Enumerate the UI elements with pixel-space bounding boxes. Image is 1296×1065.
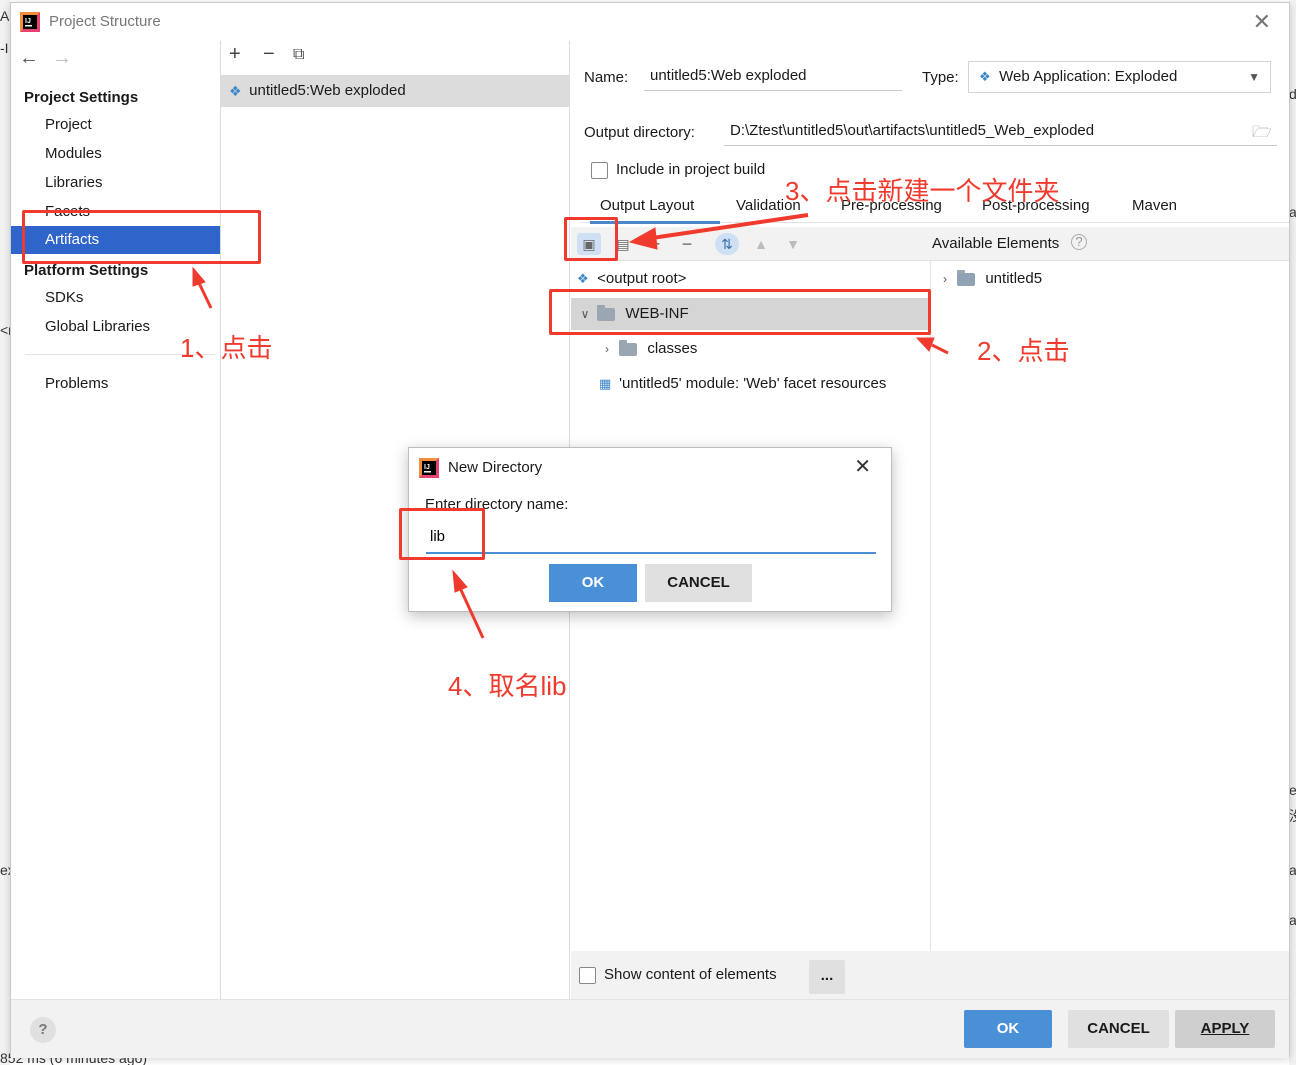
annotation-step-4: 4、取名lib [448, 671, 567, 701]
background-fragment: d [1289, 86, 1296, 102]
type-value: Web Application: Exploded [999, 68, 1178, 85]
intellij-logo-icon: IJ [419, 458, 439, 478]
annotation-box-artifacts [22, 210, 261, 264]
web-facet-icon: ▦ [599, 376, 612, 392]
background-right-strip [1289, 0, 1296, 1065]
background-fragment: a [1289, 204, 1296, 220]
remove-icon[interactable]: − [263, 43, 275, 66]
window-close-button[interactable]: ✕ [1253, 9, 1271, 35]
background-fragment: e [1289, 782, 1296, 798]
dialog-footer: ? OK CANCEL APPLY [11, 999, 1289, 1058]
chevron-down-icon: ▼ [1248, 70, 1260, 84]
settings-nav: ← → Project Settings Project Modules Lib… [11, 41, 220, 999]
project-settings-header: Project Settings [24, 89, 139, 106]
forward-arrow-icon[interactable]: → [52, 47, 72, 70]
available-elements-label: Available Elements [932, 235, 1060, 252]
tree-node-classes[interactable]: › classes [571, 333, 931, 365]
apply-button[interactable]: APPLY [1175, 1010, 1275, 1048]
move-down-icon[interactable]: ▼ [781, 233, 805, 255]
artifact-name: untitled5:Web exploded [249, 82, 406, 99]
name-field[interactable]: untitled5:Web exploded [644, 61, 902, 91]
background-fragment: a [1289, 912, 1296, 928]
annotation-step-2: 2、点击 [977, 336, 1070, 366]
chevron-right-icon: › [605, 342, 609, 356]
svg-text:IJ: IJ [424, 464, 430, 471]
background-left-strip [0, 0, 10, 1065]
available-node-untitled5[interactable]: › untitled5 [931, 263, 1289, 295]
background-fragment: 没 [1289, 806, 1296, 826]
tab-output-layout[interactable]: Output Layout [600, 197, 694, 214]
ok-button[interactable]: OK [964, 1010, 1052, 1048]
add-element-icon[interactable]: + [643, 233, 667, 255]
annotation-box-lib-input [399, 508, 485, 560]
dialog-cancel-button[interactable]: CANCEL [645, 564, 752, 602]
dialog-close-button[interactable]: ✕ [854, 454, 871, 479]
nav-item-libraries[interactable]: Libraries [11, 169, 220, 197]
copy-icon[interactable]: ⧉ [293, 46, 304, 64]
add-icon[interactable]: + [229, 43, 241, 66]
dialog-ok-button[interactable]: OK [549, 564, 637, 602]
remove-element-icon[interactable]: − [675, 233, 699, 255]
annotation-step-1: 1、点击 [180, 333, 273, 363]
tree-node-label: 'untitled5' module: 'Web' facet resource… [619, 375, 887, 392]
show-content-label: Show content of elements [604, 966, 777, 983]
include-in-build-label: Include in project build [616, 161, 766, 178]
nav-item-problems[interactable]: Problems [11, 370, 220, 398]
web-artifact-icon: ❖ [229, 83, 242, 100]
help-circle-icon[interactable]: ? [1071, 234, 1087, 250]
type-select[interactable]: ❖ Web Application: Exploded ▼ [968, 61, 1271, 93]
show-content-checkbox[interactable] [579, 967, 596, 984]
background-fragment: A [0, 8, 10, 24]
web-app-icon: ❖ [979, 69, 991, 85]
annotation-box-new-directory [564, 217, 618, 261]
chevron-right-icon: › [943, 272, 947, 286]
window-title: Project Structure [49, 13, 161, 30]
background-fragment: a [1289, 862, 1296, 878]
output-directory-field[interactable]: D:\Ztest\untitled5\out\artifacts\untitle… [724, 116, 1277, 146]
annotation-step-3: 3、点击新建一个文件夹 [785, 176, 1060, 206]
module-folder-icon [957, 269, 976, 286]
move-up-icon[interactable]: ▲ [749, 233, 773, 255]
artifact-list-toolbar: + − ⧉ [221, 41, 569, 71]
cancel-button[interactable]: CANCEL [1068, 1010, 1169, 1048]
title-bar: IJ Project Structure ✕ [11, 3, 1289, 41]
layout-options-bar: Show content of elements ... [571, 951, 1289, 999]
nav-item-sdks[interactable]: SDKs [11, 284, 220, 312]
dialog-title: New Directory [448, 459, 543, 476]
name-label: Name: [584, 69, 629, 86]
tab-maven[interactable]: Maven [1132, 197, 1177, 214]
type-label: Type: [922, 69, 959, 86]
artifact-list-item[interactable]: ❖ untitled5:Web exploded [221, 75, 569, 107]
show-content-options-button[interactable]: ... [809, 960, 845, 994]
tree-node-facet-resources[interactable]: ▦ 'untitled5' module: 'Web' facet resour… [571, 368, 931, 400]
browse-folder-icon[interactable]: 🗁 [1252, 121, 1274, 141]
sort-az-icon[interactable]: ⇅ [715, 233, 739, 255]
annotation-box-web-inf [549, 289, 931, 335]
tree-node-label: <output root> [597, 270, 687, 287]
tree-node-label: untitled5 [985, 270, 1043, 287]
include-in-build-checkbox[interactable] [591, 162, 608, 179]
back-arrow-icon[interactable]: ← [19, 47, 39, 70]
svg-text:IJ: IJ [25, 18, 31, 25]
nav-item-project[interactable]: Project [11, 111, 220, 139]
output-layout-toolbar: ▣ ▤ + − ⇅ ▲ ▼ Available Elements ? [571, 227, 1289, 261]
platform-settings-header: Platform Settings [24, 262, 149, 279]
directory-name-input[interactable] [426, 520, 876, 554]
tree-node-label: classes [647, 340, 698, 357]
nav-item-modules[interactable]: Modules [11, 140, 220, 168]
intellij-logo-icon: IJ [20, 12, 40, 32]
output-directory-label: Output directory: [584, 124, 695, 141]
help-button[interactable]: ? [30, 1017, 56, 1043]
background-fragment: -I [0, 40, 9, 56]
folder-icon [619, 339, 638, 356]
